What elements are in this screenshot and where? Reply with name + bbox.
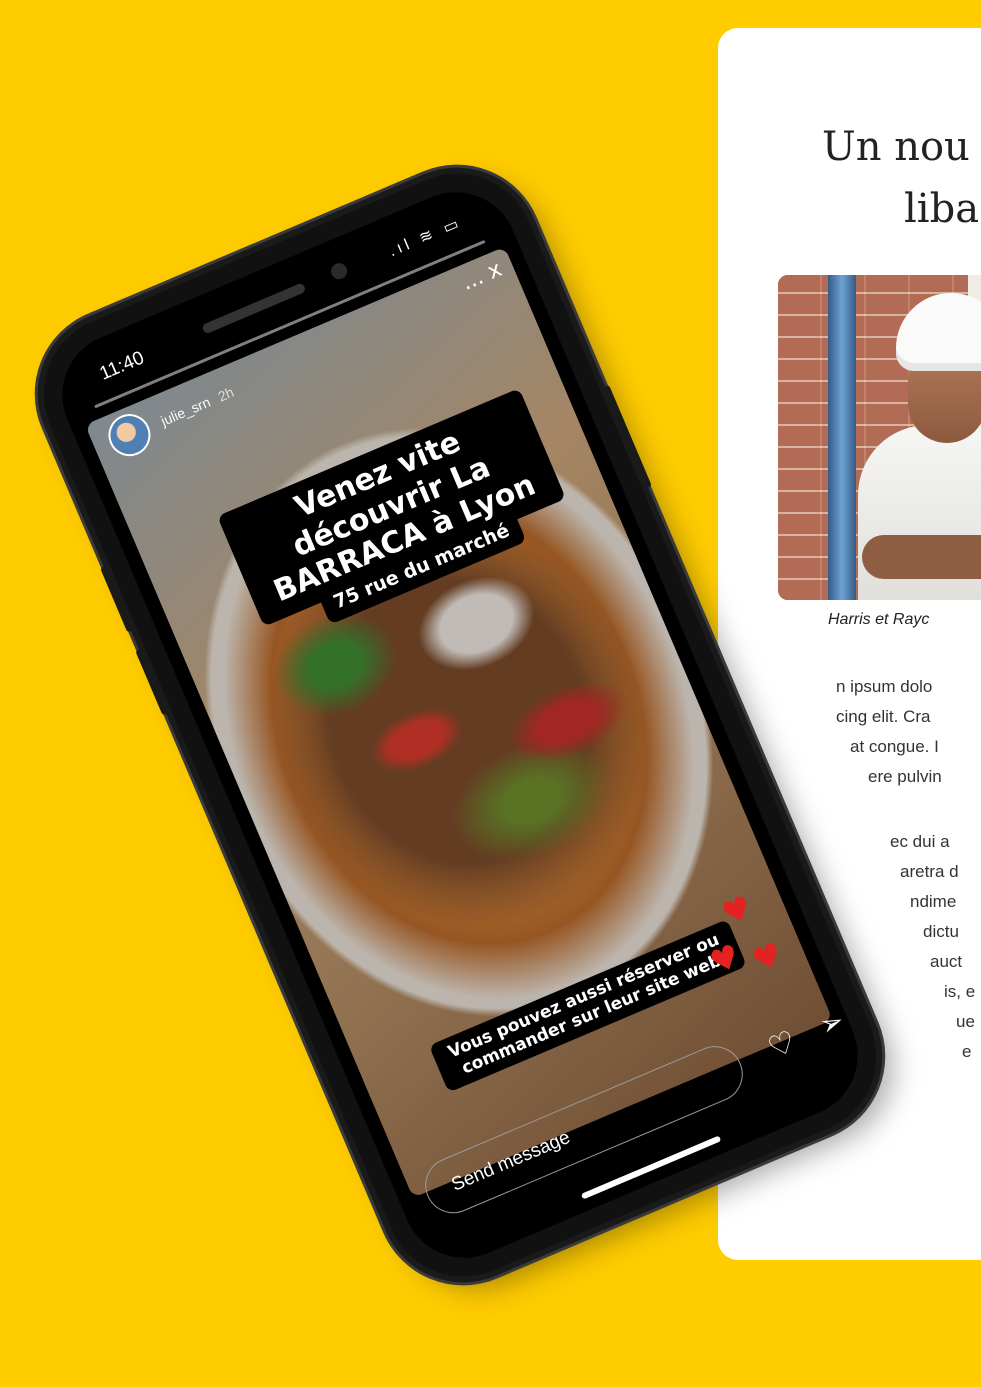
article-title-line2: liba (904, 186, 980, 232)
photo-caption: Harris et Rayc (828, 611, 930, 628)
chef-photo (778, 275, 981, 600)
paragraph-line: aretra d (900, 862, 959, 881)
paragraph-line: ere pulvin (868, 767, 942, 786)
paragraph-line: dictu (923, 922, 959, 941)
chef-arms (862, 535, 981, 579)
paragraph-line: is, e (944, 982, 976, 1001)
paragraph-line: at congue. I (850, 737, 939, 756)
send-icon[interactable]: ➢ (814, 1003, 848, 1043)
blue-pillar (828, 275, 856, 600)
article-title: Un nou liba (822, 116, 981, 240)
status-time: 11:40 (96, 347, 148, 385)
paragraph-line: n ipsum dolo (836, 677, 933, 696)
paragraph-line: ndime (910, 892, 957, 911)
story-username[interactable]: julie_srn (158, 394, 212, 429)
volume-up-button (100, 565, 133, 633)
paragraph-line: ue (956, 1012, 975, 1031)
article-title-line1: Un nou (822, 124, 970, 170)
heart-outline-icon[interactable]: ♡ (763, 1024, 801, 1067)
paragraph-line: cing elit. Cra (836, 707, 931, 726)
volume-down-button (135, 648, 169, 716)
paragraph-line: ec dui a (890, 832, 950, 851)
paragraph-line: auct (930, 952, 963, 971)
paragraph-line: e (962, 1042, 972, 1061)
